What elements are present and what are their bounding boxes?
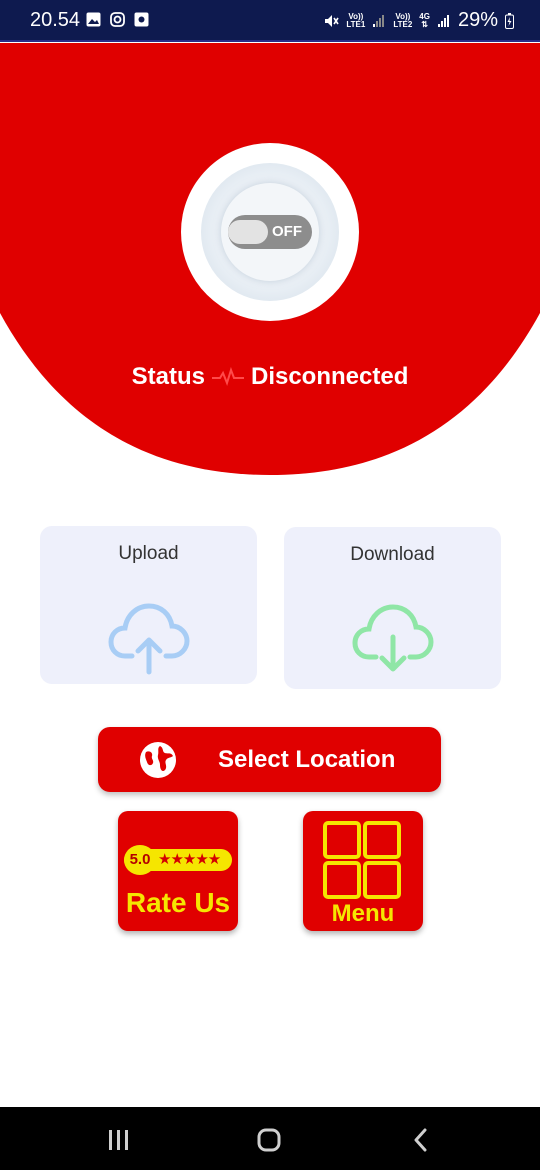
menu-label: Menu [331, 900, 395, 927]
vpn-key-icon [134, 12, 149, 27]
globe-icon [140, 742, 176, 778]
mute-icon [325, 14, 340, 27]
cloud-download-icon [352, 604, 434, 672]
select-location-label: Select Location [218, 746, 396, 773]
rate-us-button[interactable]: 5.0 ★★★★★ Rate Us [118, 811, 238, 931]
cloud-upload-icon [108, 603, 190, 675]
data-arrows-icon: ⇅ [421, 19, 428, 29]
star-icons: ★★★★★ [158, 851, 221, 868]
connect-button[interactable]: OFF [181, 143, 359, 321]
sim1-lte: LTE1 [346, 19, 366, 29]
connection-status: Status Disconnected [0, 363, 540, 391]
grid-menu-icon [323, 821, 401, 899]
home-icon[interactable] [256, 1127, 282, 1153]
select-location-button[interactable]: Select Location [98, 727, 441, 792]
network-indicator: 4G ⇅ [419, 12, 430, 29]
signal-icon [373, 14, 385, 27]
status-right-group: Vo)) LTE1 Vo)) LTE2 4G ⇅ 29% [323, 9, 514, 32]
download-label: Download [350, 544, 435, 565]
upload-label: Upload [118, 543, 179, 564]
battery-percentage: 29% [457, 9, 498, 31]
connection-panel: OFF Status Disconnected [0, 43, 540, 475]
system-nav-bar [0, 1107, 540, 1170]
rating-badge: 5.0 ★★★★★ [124, 845, 232, 875]
sim2-indicator: Vo)) LTE2 [393, 12, 413, 29]
menu-button[interactable]: Menu [303, 811, 423, 931]
status-label: Status [131, 363, 205, 390]
instagram-icon [110, 12, 125, 27]
connect-button-ring: OFF [201, 163, 339, 301]
sim1-indicator: Vo)) LTE1 [346, 12, 366, 29]
battery-charging-icon [505, 12, 514, 29]
power-toggle[interactable]: OFF [228, 215, 312, 249]
sim2-lte: LTE2 [393, 19, 413, 29]
status-value: Disconnected [250, 363, 409, 390]
back-icon[interactable] [408, 1127, 434, 1153]
pulse-icon [211, 367, 244, 387]
download-card: Download [284, 527, 501, 689]
recent-apps-icon[interactable] [106, 1127, 132, 1153]
rate-us-label: Rate Us [125, 887, 231, 918]
signal-icon [437, 14, 449, 27]
toggle-knob [228, 220, 268, 244]
toggle-label: OFF [272, 223, 302, 240]
connect-button-core: OFF [221, 183, 319, 281]
upload-card: Upload [40, 526, 257, 684]
status-bar: 20.54 Vo)) LTE1 Vo)) LTE2 4G ⇅ 29% [0, 0, 540, 42]
gallery-icon [86, 12, 101, 27]
rating-value: 5.0 [124, 845, 156, 875]
status-time: 20.54 [30, 9, 81, 31]
